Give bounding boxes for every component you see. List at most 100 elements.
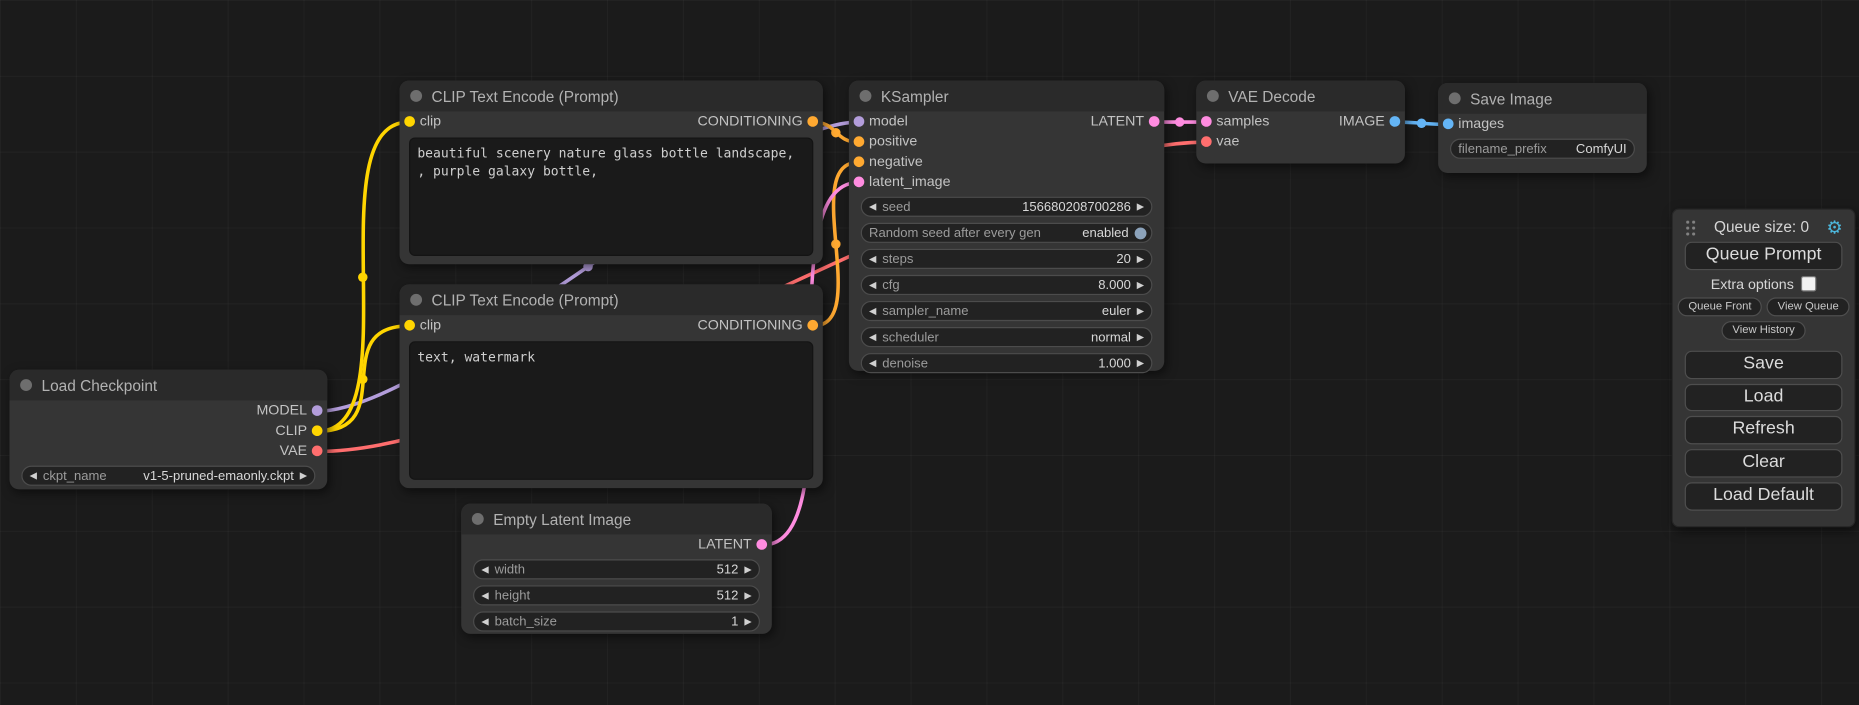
increment-arrow-icon[interactable]: ▶ bbox=[1137, 254, 1144, 263]
latent-output-port[interactable] bbox=[1149, 116, 1160, 127]
drag-handle-icon[interactable] bbox=[1685, 219, 1697, 236]
save-button[interactable]: Save bbox=[1685, 350, 1843, 378]
extra-options-checkbox[interactable] bbox=[1801, 276, 1816, 291]
node-title: Save Image bbox=[1470, 89, 1552, 107]
node-title-bar[interactable]: KSampler bbox=[849, 81, 1164, 112]
widget-value: ComfyUI bbox=[1576, 142, 1627, 156]
node-title-bar[interactable]: CLIP Text Encode (Prompt) bbox=[400, 284, 823, 315]
widget-label: batch_size bbox=[495, 614, 557, 628]
decrement-arrow-icon[interactable]: ◀ bbox=[481, 591, 488, 600]
conditioning-output-port[interactable] bbox=[807, 116, 818, 127]
denoise-widget[interactable]: ◀ denoise 1.000 ▶ bbox=[861, 353, 1153, 373]
collapse-dot-icon[interactable] bbox=[472, 513, 484, 525]
wire-midpoint-dot bbox=[831, 128, 840, 137]
clip-input-port[interactable] bbox=[404, 320, 415, 331]
view-history-button[interactable]: View History bbox=[1722, 321, 1806, 340]
node-load-checkpoint[interactable]: Load Checkpoint MODEL CLIP VAE ◀ ckpt_na… bbox=[9, 370, 327, 490]
toggle-knob-icon[interactable] bbox=[1135, 227, 1147, 239]
negative-input-port[interactable] bbox=[854, 156, 865, 167]
queue-front-button[interactable]: Queue Front bbox=[1678, 297, 1763, 316]
node-title-bar[interactable]: Load Checkpoint bbox=[9, 370, 327, 401]
decrement-arrow-icon[interactable]: ◀ bbox=[869, 358, 876, 367]
decrement-arrow-icon[interactable]: ◀ bbox=[481, 565, 488, 574]
sampler-name-widget[interactable]: ◀ sampler_name euler ▶ bbox=[861, 301, 1153, 321]
node-ksampler[interactable]: KSampler model LATENT positive negative … bbox=[849, 81, 1164, 371]
decrement-arrow-icon[interactable]: ◀ bbox=[869, 202, 876, 211]
increment-arrow-icon[interactable]: ▶ bbox=[1137, 202, 1144, 211]
decrement-arrow-icon[interactable]: ◀ bbox=[869, 332, 876, 341]
wire-midpoint-dot bbox=[358, 374, 367, 383]
increment-arrow-icon[interactable]: ▶ bbox=[1137, 306, 1144, 315]
extra-options-row: Extra options bbox=[1685, 276, 1843, 293]
node-title-bar[interactable]: Save Image bbox=[1438, 83, 1647, 114]
node-clip-text-encode-positive[interactable]: CLIP Text Encode (Prompt) clip CONDITION… bbox=[400, 81, 823, 265]
node-title-bar[interactable]: Empty Latent Image bbox=[461, 504, 772, 535]
clip-output-port[interactable] bbox=[312, 425, 323, 436]
increment-arrow-icon[interactable]: ▶ bbox=[300, 471, 307, 480]
load-button[interactable]: Load bbox=[1685, 383, 1843, 411]
seed-widget[interactable]: ◀ seed 156680208700286 ▶ bbox=[861, 197, 1153, 217]
increment-arrow-icon[interactable]: ▶ bbox=[1137, 332, 1144, 341]
increment-arrow-icon[interactable]: ▶ bbox=[744, 565, 751, 574]
positive-input-port[interactable] bbox=[854, 136, 865, 147]
ckpt-name-widget[interactable]: ◀ ckpt_name v1-5-pruned-emaonly.ckpt ▶ bbox=[21, 466, 315, 486]
collapse-dot-icon[interactable] bbox=[860, 90, 872, 102]
load-default-button[interactable]: Load Default bbox=[1685, 482, 1843, 510]
steps-widget[interactable]: ◀ steps 20 ▶ bbox=[861, 249, 1153, 269]
slot-label-latent-image: latent_image bbox=[869, 172, 950, 192]
decrement-arrow-icon[interactable]: ◀ bbox=[869, 280, 876, 289]
collapse-dot-icon[interactable] bbox=[410, 90, 422, 102]
settings-gear-icon[interactable]: ⚙ bbox=[1826, 216, 1842, 237]
random-seed-toggle[interactable]: Random seed after every gen enabled bbox=[861, 223, 1153, 243]
height-widget[interactable]: ◀ height 512 ▶ bbox=[473, 585, 760, 605]
vae-output-port[interactable] bbox=[312, 446, 323, 457]
collapse-dot-icon[interactable] bbox=[20, 379, 32, 391]
decrement-arrow-icon[interactable]: ◀ bbox=[30, 471, 37, 480]
clip-input-port[interactable] bbox=[404, 116, 415, 127]
refresh-button[interactable]: Refresh bbox=[1685, 416, 1843, 444]
node-title-bar[interactable]: VAE Decode bbox=[1196, 81, 1405, 112]
prompt-textarea[interactable]: text, watermark bbox=[409, 341, 813, 480]
prompt-textarea[interactable]: beautiful scenery nature glass bottle la… bbox=[409, 137, 813, 255]
images-input-port[interactable] bbox=[1443, 118, 1454, 129]
increment-arrow-icon[interactable]: ▶ bbox=[1137, 358, 1144, 367]
clear-button[interactable]: Clear bbox=[1685, 449, 1843, 477]
decrement-arrow-icon[interactable]: ◀ bbox=[481, 617, 488, 626]
vae-input-port[interactable] bbox=[1201, 136, 1212, 147]
graph-canvas[interactable]: Load Checkpoint MODEL CLIP VAE ◀ ckpt_na… bbox=[0, 0, 1859, 705]
increment-arrow-icon[interactable]: ▶ bbox=[744, 591, 751, 600]
node-title: CLIP Text Encode (Prompt) bbox=[432, 87, 619, 105]
scheduler-widget[interactable]: ◀ scheduler normal ▶ bbox=[861, 327, 1153, 347]
node-save-image[interactable]: Save Image images filename_prefix ComfyU… bbox=[1438, 83, 1647, 173]
batch-size-widget[interactable]: ◀ batch_size 1 ▶ bbox=[473, 611, 760, 631]
queue-prompt-button[interactable]: Queue Prompt bbox=[1685, 242, 1843, 270]
model-input-port[interactable] bbox=[854, 116, 865, 127]
width-widget[interactable]: ◀ width 512 ▶ bbox=[473, 559, 760, 579]
widget-label: seed bbox=[882, 200, 910, 214]
node-clip-text-encode-negative[interactable]: CLIP Text Encode (Prompt) clip CONDITION… bbox=[400, 284, 823, 488]
node-vae-decode[interactable]: VAE Decode samples IMAGE vae bbox=[1196, 81, 1405, 164]
node-title-bar[interactable]: CLIP Text Encode (Prompt) bbox=[400, 81, 823, 112]
conditioning-output-port[interactable] bbox=[807, 320, 818, 331]
samples-input-port[interactable] bbox=[1201, 116, 1212, 127]
collapse-dot-icon[interactable] bbox=[1207, 90, 1219, 102]
decrement-arrow-icon[interactable]: ◀ bbox=[869, 306, 876, 315]
widget-label: width bbox=[495, 562, 525, 576]
menu-header: Queue size: 0 ⚙ bbox=[1685, 216, 1843, 239]
image-output-port[interactable] bbox=[1390, 116, 1401, 127]
view-queue-button[interactable]: View Queue bbox=[1767, 297, 1850, 316]
collapse-dot-icon[interactable] bbox=[410, 294, 422, 306]
filename-prefix-widget[interactable]: filename_prefix ComfyUI bbox=[1450, 139, 1635, 159]
decrement-arrow-icon[interactable]: ◀ bbox=[869, 254, 876, 263]
workflow-buttons-group: Save Load Refresh Clear Load Default bbox=[1685, 350, 1843, 510]
latent-output-port[interactable] bbox=[756, 539, 767, 550]
model-output-port[interactable] bbox=[312, 405, 323, 416]
widget-value: euler bbox=[1102, 304, 1131, 318]
widget-label: filename_prefix bbox=[1458, 142, 1546, 156]
increment-arrow-icon[interactable]: ▶ bbox=[1137, 280, 1144, 289]
node-empty-latent-image[interactable]: Empty Latent Image LATENT ◀ width 512 ▶ … bbox=[461, 504, 772, 634]
latent-image-input-port[interactable] bbox=[854, 177, 865, 188]
increment-arrow-icon[interactable]: ▶ bbox=[744, 617, 751, 626]
collapse-dot-icon[interactable] bbox=[1449, 92, 1461, 104]
cfg-widget[interactable]: ◀ cfg 8.000 ▶ bbox=[861, 275, 1153, 295]
